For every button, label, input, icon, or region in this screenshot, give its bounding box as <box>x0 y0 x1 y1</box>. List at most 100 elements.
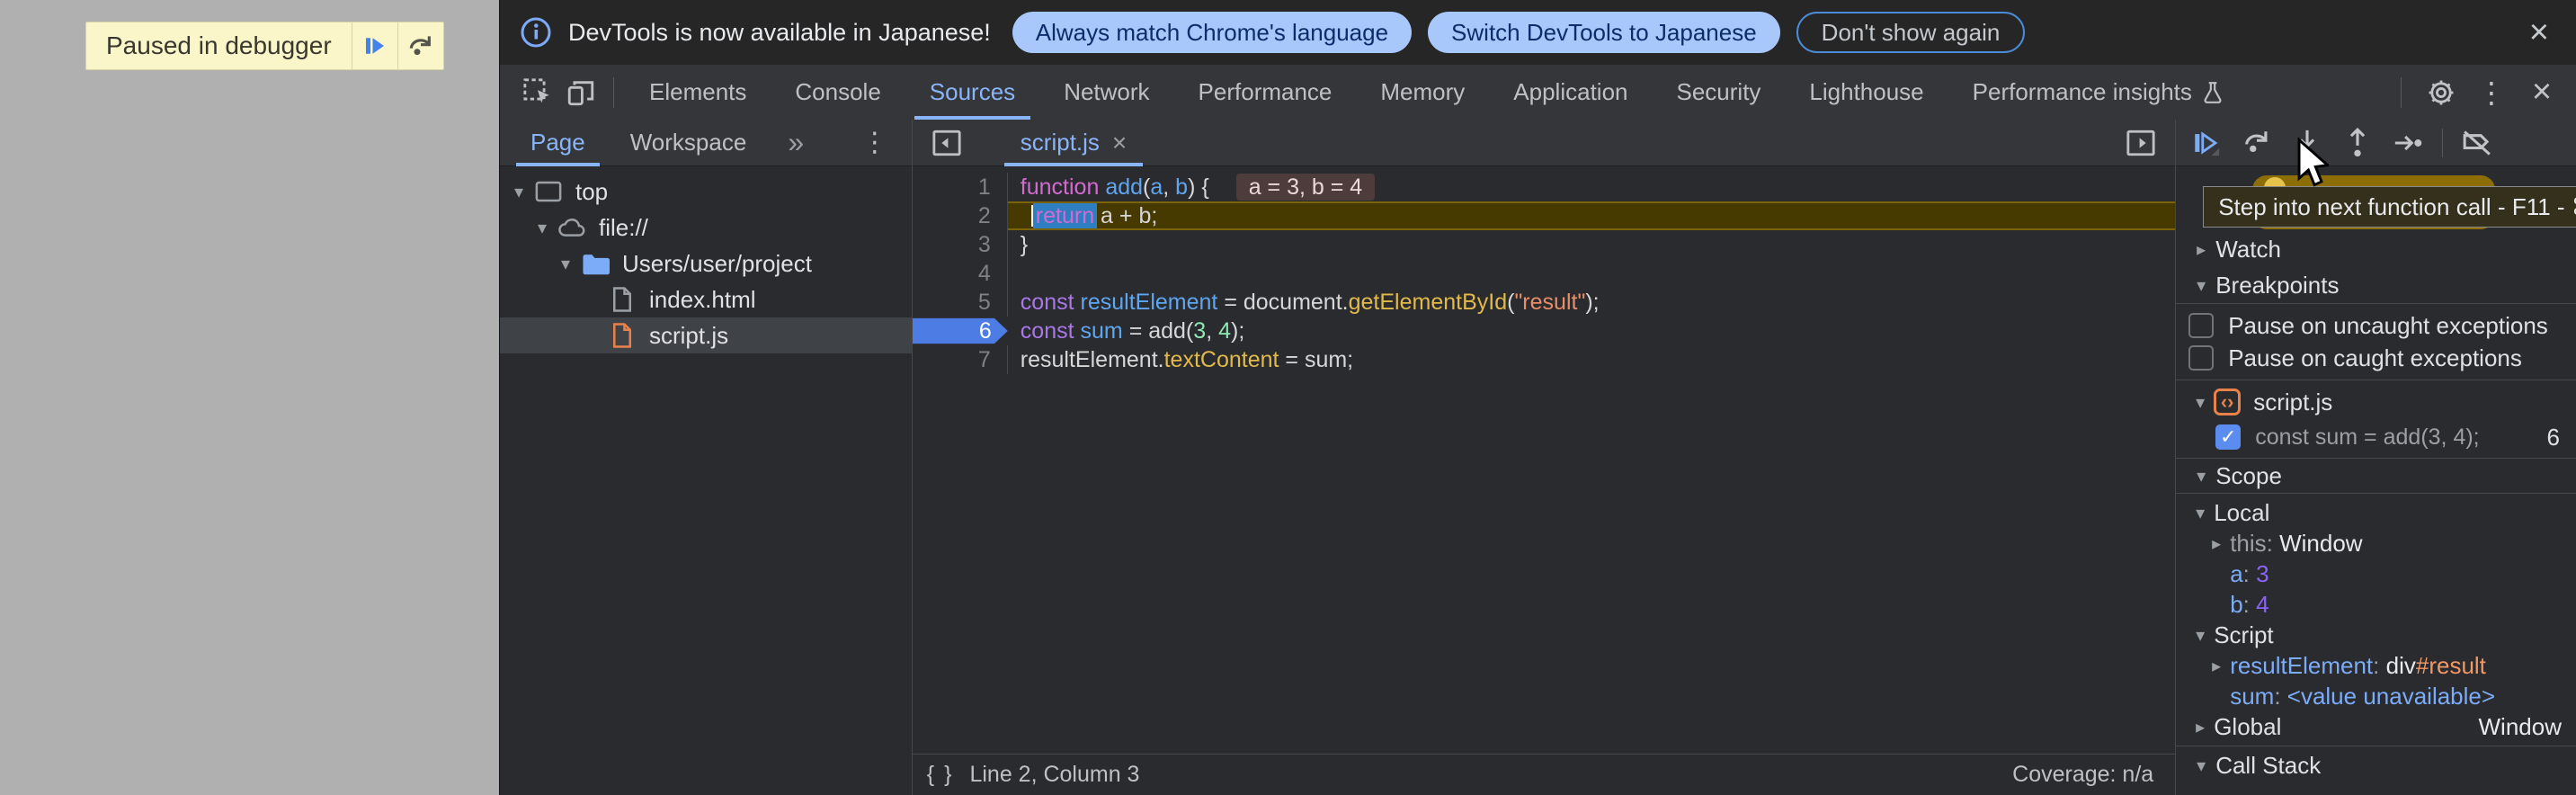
step-over-button[interactable] <box>398 22 443 69</box>
code-line-5[interactable]: 5const resultElement = document.getEleme… <box>913 288 2175 317</box>
expand-arrow-icon[interactable]: ▾ <box>552 253 579 275</box>
more-options-icon[interactable]: ⋮ <box>2470 71 2513 114</box>
breakpoint-marker[interactable]: 6 <box>913 317 1008 345</box>
hide-navigator-icon[interactable] <box>925 121 968 165</box>
code-token: "result" <box>1514 290 1585 315</box>
collapsed-arrow-icon[interactable]: ▸ <box>2187 238 2215 261</box>
infobar-close-icon[interactable]: × <box>2522 15 2556 49</box>
code-text[interactable]: function add(a, b) {a = 3, b = 4 <box>1008 173 2175 201</box>
scope-var-result-element[interactable]: ▸ resultElement: div#result <box>2176 650 2576 681</box>
pause-uncaught-exceptions-row[interactable]: Pause on uncaught exceptions <box>2176 309 2576 342</box>
step-over-button[interactable] <box>2241 125 2273 161</box>
expanded-arrow-icon[interactable]: ▾ <box>2187 624 2214 647</box>
expanded-arrow-icon[interactable]: ▾ <box>2187 502 2214 524</box>
tree-item-script-js[interactable]: script.js <box>500 317 912 353</box>
tab-memory[interactable]: Memory <box>1356 65 1489 120</box>
step-button[interactable] <box>2392 125 2424 161</box>
code-line-1[interactable]: 1function add(a, b) {a = 3, b = 4 <box>913 173 2175 201</box>
section-scope[interactable]: ▾ Scope <box>2176 459 2576 493</box>
expanded-arrow-icon[interactable]: ▾ <box>2187 274 2215 297</box>
section-breakpoints[interactable]: ▾ Breakpoints <box>2176 267 2576 303</box>
scope-global[interactable]: ▸ Global Window <box>2176 711 2576 742</box>
breakpoint-entry[interactable]: ✓ const sum = add(3, 4); 6 <box>2176 420 2576 454</box>
tab-network[interactable]: Network <box>1039 65 1173 120</box>
tree-item-folder[interactable]: ▾ Users/user/project <box>500 246 912 281</box>
step-out-button[interactable] <box>2341 125 2374 161</box>
dont-show-again-button[interactable]: Don't show again <box>1796 12 2026 53</box>
editor-tab-close-icon[interactable]: × <box>1112 129 1127 157</box>
more-tabs-chevron-icon[interactable]: » <box>788 126 800 159</box>
section-call-stack[interactable]: ▾ Call Stack <box>2176 746 2576 784</box>
tab-elements[interactable]: Elements <box>625 65 771 120</box>
code-text[interactable]: const sum = add(3, 4); <box>1008 317 2175 345</box>
code-text[interactable]: resultElement.textContent = sum; <box>1008 345 2175 374</box>
line-number[interactable]: 5 <box>913 288 1008 317</box>
switch-devtools-japanese-button[interactable]: Switch DevTools to Japanese <box>1428 12 1780 53</box>
checkbox-unchecked[interactable] <box>2188 345 2214 371</box>
tab-lighthouse[interactable]: Lighthouse <box>1785 65 1948 120</box>
collapsed-arrow-icon[interactable]: ▸ <box>2187 716 2214 738</box>
checkbox-checked[interactable]: ✓ <box>2215 424 2241 450</box>
scope-var-sum[interactable]: sum: <value unavailable> <box>2176 681 2576 711</box>
checkbox-label: Pause on uncaught exceptions <box>2228 312 2548 340</box>
code-text[interactable]: const resultElement = document.getElemen… <box>1008 288 2175 317</box>
navigator-menu-icon[interactable]: ⋮ <box>851 127 899 158</box>
tab-security[interactable]: Security <box>1653 65 1786 120</box>
navigator-tab-workspace[interactable]: Workspace <box>627 120 751 166</box>
scope-var-this[interactable]: ▸ this: Window <box>2176 528 2576 558</box>
settings-gear-icon[interactable] <box>2420 71 2463 114</box>
code-token: a + b; <box>1094 203 1157 228</box>
code-line-4[interactable]: 4 <box>913 259 2175 288</box>
line-number[interactable]: 4 <box>913 259 1008 288</box>
tree-item-origin[interactable]: ▾ file:// <box>500 210 912 246</box>
collapsed-arrow-icon[interactable]: ▸ <box>2203 532 2230 555</box>
scope-local[interactable]: ▾ Local <box>2176 497 2576 528</box>
step-into-button[interactable] <box>2291 125 2323 161</box>
inspect-element-icon[interactable] <box>516 71 559 114</box>
scope-script[interactable]: ▾ Script <box>2176 620 2576 650</box>
editor-tab-script-js[interactable]: script.js × <box>1004 120 1143 166</box>
code-line-7[interactable]: 7resultElement.textContent = sum; <box>913 345 2175 374</box>
collapsed-arrow-icon[interactable]: ▸ <box>2203 655 2230 677</box>
device-toolbar-icon[interactable] <box>559 71 602 114</box>
tab-sources[interactable]: Sources <box>905 65 1039 120</box>
always-match-language-button[interactable]: Always match Chrome's language <box>1012 12 1412 53</box>
tab-performance[interactable]: Performance <box>1174 65 1357 120</box>
devtools-close-icon[interactable]: × <box>2520 71 2563 114</box>
paused-label: Paused in debugger <box>86 22 352 69</box>
tab-console[interactable]: Console <box>771 65 905 120</box>
tab-performance-insights[interactable]: Performance insights <box>1948 65 2249 120</box>
line-number[interactable]: 7 <box>913 345 1008 374</box>
execution-line-code[interactable]: return a + b; <box>1008 201 2175 230</box>
pause-caught-exceptions-row[interactable]: Pause on caught exceptions <box>2176 342 2576 374</box>
tree-item-top[interactable]: ▾ top <box>500 174 912 210</box>
navigator-tab-page[interactable]: Page <box>527 120 589 166</box>
deactivate-breakpoints-button[interactable] <box>2461 125 2493 161</box>
pretty-print-icon[interactable]: { } <box>927 762 954 788</box>
scope-var-a[interactable]: a: 3 <box>2176 558 2576 589</box>
section-label: Scope <box>2215 462 2282 490</box>
code-line-2[interactable]: 2return a + b; <box>913 201 2175 230</box>
line-number[interactable]: 1 <box>913 173 1008 201</box>
expand-arrow-icon[interactable]: ▾ <box>505 181 532 203</box>
expanded-arrow-icon[interactable]: ▾ <box>2187 755 2215 777</box>
code-text[interactable]: } <box>1008 230 2175 259</box>
breakpoint-group-script-js[interactable]: ▾ ‹› script.js <box>2176 384 2576 420</box>
resume-script-button[interactable] <box>352 22 397 69</box>
expanded-arrow-icon[interactable]: ▾ <box>2187 391 2214 414</box>
code-line-6[interactable]: 6const sum = add(3, 4); <box>913 317 2175 345</box>
code-text[interactable] <box>1008 259 2175 288</box>
scope-var-b[interactable]: b: 4 <box>2176 589 2576 620</box>
section-watch[interactable]: ▸ Watch <box>2176 231 2576 267</box>
code-line-3[interactable]: 3} <box>913 230 2175 259</box>
show-debugger-sidebar-icon[interactable] <box>2119 121 2162 165</box>
resume-script-button[interactable] <box>2190 125 2223 161</box>
line-number[interactable]: 2 <box>913 201 1008 230</box>
expand-arrow-icon[interactable]: ▾ <box>529 217 556 239</box>
tree-item-index-html[interactable]: index.html <box>500 281 912 317</box>
divider <box>2442 129 2443 157</box>
expanded-arrow-icon[interactable]: ▾ <box>2187 465 2215 487</box>
checkbox-unchecked[interactable] <box>2188 313 2214 338</box>
line-number[interactable]: 3 <box>913 230 1008 259</box>
tab-application[interactable]: Application <box>1489 65 1652 120</box>
